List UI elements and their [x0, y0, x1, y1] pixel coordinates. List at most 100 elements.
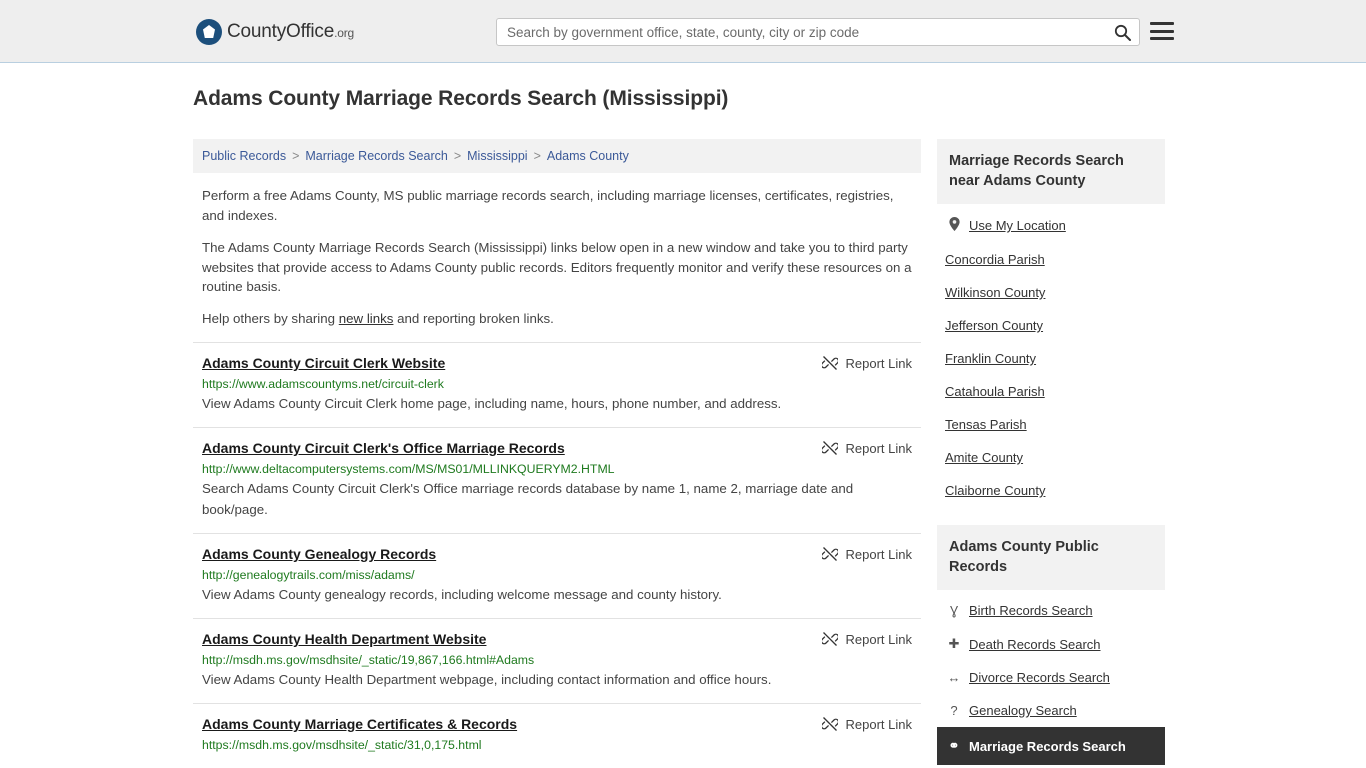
sidebar-item-franklin-county[interactable]: Franklin County [937, 342, 1165, 375]
sidebar-link-label[interactable]: Franklin County [945, 351, 1036, 366]
sidebar-item-catahoula-parish[interactable]: Catahoula Parish [937, 375, 1165, 408]
sidebar-item-death-records-search[interactable]: ✚ Death Records Search [937, 627, 1165, 661]
site-logo[interactable]: CountyOffice.org [196, 19, 354, 45]
sidebar-item-marriage-records-search[interactable]: ⚭ Marriage Records Search [937, 727, 1165, 765]
broken-link-icon [821, 440, 838, 456]
site-header: CountyOffice.org [0, 0, 1366, 63]
broken-link-icon [821, 355, 838, 371]
broken-link-icon [821, 546, 838, 562]
broken-link-icon [821, 631, 838, 647]
sidebar-link-label[interactable]: Genealogy Search [969, 703, 1077, 718]
result-url: https://www.adamscountyms.net/circuit-cl… [202, 377, 444, 391]
sidebar-link-label[interactable]: Claiborne County [945, 483, 1045, 498]
result-title-link[interactable]: Adams County Health Department Website [202, 631, 486, 647]
logo-text-office: Office [286, 21, 335, 42]
breadcrumb-separator: > [292, 149, 300, 163]
hamburger-menu-icon[interactable] [1150, 20, 1174, 42]
map-pin-icon [945, 217, 963, 234]
sidebar: Marriage Records Search near Adams Count… [937, 139, 1165, 768]
intro-text: Perform a free Adams County, MS public m… [193, 186, 921, 328]
logo-text-county: County [227, 21, 287, 42]
sidebar-link-label[interactable]: Jefferson County [945, 318, 1043, 333]
breadcrumb-item-mississippi[interactable]: Mississippi [467, 149, 527, 163]
logo-text: CountyOffice.org [227, 21, 354, 43]
content-wrapper: Adams County Marriage Records Search (Mi… [193, 87, 1173, 765]
split-arrows-icon: ↔ [947, 670, 961, 685]
logo-text-suffix: .org [334, 26, 354, 40]
sidebar-link-label[interactable]: Catahoula Parish [945, 384, 1045, 399]
public-records-card: Adams County Public Records Ɣ Birth Reco… [937, 525, 1165, 765]
cross-icon: ✚ [948, 636, 960, 651]
result-url: https://msdh.ms.gov/msdhsite/_static/31,… [202, 738, 482, 752]
result-title-link[interactable]: Adams County Genealogy Records [202, 546, 436, 562]
result-description: View Adams County Health Department webp… [202, 672, 772, 687]
sidebar-link-label[interactable]: Birth Records Search [969, 603, 1093, 618]
sidebar-link-label[interactable]: Wilkinson County [945, 285, 1045, 300]
breadcrumb: Public Records > Marriage Records Search… [193, 139, 921, 173]
result-title-link[interactable]: Adams County Marriage Certificates & Rec… [202, 716, 517, 732]
report-link-label: Report Link [845, 440, 912, 456]
intro-paragraph-1: Perform a free Adams County, MS public m… [202, 188, 894, 223]
report-link-button[interactable]: Report Link [821, 631, 912, 647]
report-link-button[interactable]: Report Link [821, 546, 912, 562]
sidebar-item-amite-county[interactable]: Amite County [937, 441, 1165, 474]
result-url: http://genealogytrails.com/miss/adams/ [202, 568, 415, 582]
sidebar-link-label[interactable]: Concordia Parish [945, 252, 1045, 267]
breadcrumb-separator: > [533, 149, 541, 163]
sidebar-link-label[interactable]: Amite County [945, 450, 1023, 465]
search-box[interactable] [496, 18, 1140, 46]
result-item: Adams County Marriage Certificates & Rec… [193, 703, 921, 767]
report-link-button[interactable]: Report Link [821, 716, 912, 732]
search-icon[interactable] [1105, 19, 1139, 45]
result-title-link[interactable]: Adams County Circuit Clerk's Office Marr… [202, 440, 565, 456]
rings-icon: ⚭ [948, 738, 960, 753]
sidebar-item-wilkinson-county[interactable]: Wilkinson County [937, 276, 1165, 309]
result-url: http://www.deltacomputersystems.com/MS/M… [202, 462, 615, 476]
sidebar-item-divorce-records-search[interactable]: ↔ Divorce Records Search [937, 661, 1165, 694]
intro-p3-after: and reporting broken links. [393, 310, 554, 326]
nearby-search-card: Marriage Records Search near Adams Count… [937, 139, 1165, 507]
result-title-link[interactable]: Adams County Circuit Clerk Website [202, 355, 445, 371]
breadcrumb-item-adams-county[interactable]: Adams County [547, 149, 629, 163]
results-list: Adams County Circuit Clerk Website Repor… [193, 342, 921, 767]
result-item: Adams County Genealogy Records Report Li… [193, 533, 921, 618]
report-link-label: Report Link [845, 355, 912, 371]
sidebar-link-label[interactable]: Tensas Parish [945, 417, 1027, 432]
sidebar-item-jefferson-county[interactable]: Jefferson County [937, 309, 1165, 342]
shield-icon [196, 19, 222, 45]
nearby-search-heading: Marriage Records Search near Adams Count… [937, 139, 1165, 204]
report-link-label: Report Link [845, 716, 912, 732]
question-mark-icon: ? [950, 703, 958, 718]
result-item: Adams County Circuit Clerk's Office Marr… [193, 427, 921, 533]
result-item: Adams County Circuit Clerk Website Repor… [193, 342, 921, 427]
sidebar-item-claiborne-county[interactable]: Claiborne County [937, 474, 1165, 507]
intro-p3-before: Help others by sharing [202, 310, 339, 326]
sidebar-item-birth-records-search[interactable]: Ɣ Birth Records Search [937, 594, 1165, 627]
search-input[interactable] [497, 19, 1105, 45]
sidebar-item-use-my-location[interactable]: Use My Location [937, 208, 1165, 243]
sidebar-link-label[interactable]: Divorce Records Search [969, 670, 1110, 685]
sidebar-link-label[interactable]: Use My Location [969, 218, 1066, 233]
breadcrumb-item-marriage-records-search[interactable]: Marriage Records Search [305, 149, 447, 163]
report-link-label: Report Link [845, 546, 912, 562]
breadcrumb-item-public-records[interactable]: Public Records [202, 149, 286, 163]
sidebar-item-tensas-parish[interactable]: Tensas Parish [937, 408, 1165, 441]
sidebar-link-label[interactable]: Marriage Records Search [969, 739, 1126, 754]
page-body: Adams County Marriage Records Search (Mi… [0, 87, 1366, 765]
new-links-link[interactable]: new links [339, 311, 394, 326]
report-link-button[interactable]: Report Link [821, 355, 912, 371]
public-records-heading: Adams County Public Records [937, 525, 1165, 590]
sidebar-item-genealogy-search[interactable]: ? Genealogy Search [937, 694, 1165, 727]
result-url: http://msdh.ms.gov/msdhsite/_static/19,8… [202, 653, 535, 667]
result-description: Search Adams County Circuit Clerk's Offi… [202, 481, 854, 517]
sidebar-link-label[interactable]: Death Records Search [969, 637, 1101, 652]
baby-icon: Ɣ [949, 603, 959, 618]
report-link-button[interactable]: Report Link [821, 440, 912, 456]
sidebar-item-concordia-parish[interactable]: Concordia Parish [937, 243, 1165, 276]
breadcrumb-separator: > [453, 149, 462, 163]
broken-link-icon [821, 716, 838, 732]
nearby-search-list: Use My Location Concordia Parish Wilkins… [937, 204, 1165, 507]
intro-paragraph-3: Help others by sharing new links and rep… [202, 309, 912, 329]
report-link-label: Report Link [845, 631, 912, 647]
page-title: Adams County Marriage Records Search (Mi… [193, 87, 729, 110]
